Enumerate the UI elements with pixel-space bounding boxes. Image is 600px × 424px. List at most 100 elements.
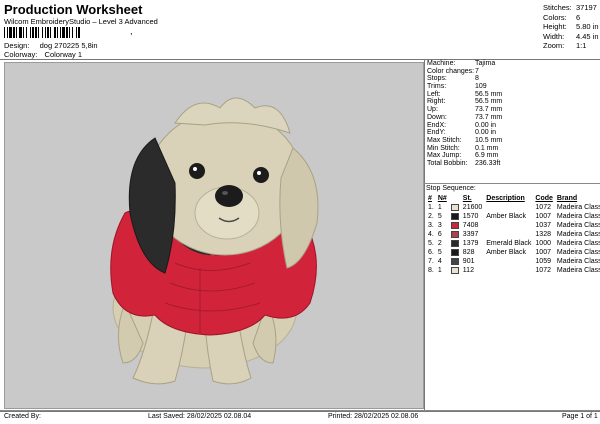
stat-label: Zoom: <box>543 41 565 50</box>
barcode-comma: , <box>130 26 133 36</box>
barcode-bar <box>66 27 68 38</box>
thread-code: 1000 <box>535 240 551 247</box>
barcode-bar <box>35 27 37 38</box>
barcode-bar <box>38 27 39 38</box>
thread-description: Amber Black <box>486 249 526 256</box>
thread-description <box>484 221 533 230</box>
swatch <box>449 203 461 212</box>
stitch-count: 828 <box>462 249 475 256</box>
info-row: Max Jump: 6.9 mm <box>425 152 600 160</box>
col-header-swatch <box>449 194 461 203</box>
swatch <box>449 221 461 230</box>
swatch <box>449 248 461 257</box>
thread-brand: Madeira Classic 40 <box>556 222 600 229</box>
info-value: 56.5 mm <box>475 90 503 98</box>
info-label: Total Bobbin: <box>427 159 468 167</box>
info-label: Min Stitch: <box>427 144 460 152</box>
swatch <box>449 266 461 275</box>
info-label: Left: <box>427 90 441 98</box>
stitch-count: 7408 <box>462 222 479 229</box>
needle-number: 1 <box>437 204 442 211</box>
info-row: Total Bobbin: 236.33ft <box>425 160 600 168</box>
stat-value: 4.45 in <box>576 31 599 41</box>
stat-row: Zoom: 1:1 <box>543 41 599 51</box>
info-row: EndY: 0.00 in <box>425 129 600 137</box>
thread-brand: Madeira Classic 40 <box>556 213 600 220</box>
swatch <box>449 230 461 239</box>
row-number: 8. <box>428 267 434 274</box>
color-swatch <box>450 230 459 238</box>
barcode-bar <box>13 27 15 38</box>
thread-brand: Madeira Classic 40 <box>556 267 600 274</box>
col-header-description: Description <box>486 195 525 202</box>
color-swatch <box>450 221 459 229</box>
needle-number: 3 <box>437 222 442 229</box>
table-row: 2.5 1570 Amber Black 1007 Madeira Classic 40 <box>426 212 600 221</box>
barcode-bar <box>69 27 70 38</box>
needle-number: 1 <box>437 267 442 274</box>
info-value: 236.33ft <box>475 159 501 167</box>
info-value: 0.00 in <box>475 121 497 129</box>
stat-label: Colors: <box>543 12 567 22</box>
barcode-bar <box>76 27 77 38</box>
info-row: Max Stitch: 10.5 mm <box>425 137 600 145</box>
info-row: Color changes: 7 <box>425 68 600 76</box>
info-value: 0.00 in <box>475 129 497 137</box>
info-value: 109 <box>475 83 487 91</box>
barcode-bar <box>9 27 12 38</box>
info-label: Stops: <box>427 75 447 83</box>
design-label: Design: <box>4 41 30 50</box>
barcode-bar <box>54 27 56 38</box>
stat-row: Width: 4.45 in <box>543 32 599 42</box>
info-value: 8 <box>475 75 479 83</box>
printed-date: Printed: 28/02/2025 02.08.06 <box>328 413 419 420</box>
barcode-bar <box>57 27 58 38</box>
stitch-count: 1379 <box>462 240 479 247</box>
swatch <box>449 212 461 221</box>
stat-row: Colors: 6 <box>543 13 599 23</box>
software-subtitle: Wilcom EmbroideryStudio – Level 3 Advanc… <box>4 17 158 26</box>
info-label: Color changes: <box>427 67 475 75</box>
barcode-bar <box>60 27 61 38</box>
thread-description <box>484 230 533 239</box>
thread-code: 1037 <box>535 222 551 229</box>
color-swatch <box>450 212 459 220</box>
colorway-line: Colorway: Colorway 1 <box>4 50 82 59</box>
barcode-bar <box>47 27 49 38</box>
thread-code: 1072 <box>535 267 551 274</box>
info-row: Stops: 8 <box>425 75 600 83</box>
barcode-bar <box>78 27 80 38</box>
needle-number: 2 <box>437 240 442 247</box>
stitch-count: 901 <box>462 258 475 265</box>
info-value: 73.7 mm <box>475 113 503 121</box>
stat-value: 6 <box>576 12 581 22</box>
swatch <box>449 239 461 248</box>
barcode-bar <box>42 27 43 38</box>
thread-description <box>484 257 533 266</box>
thread-brand: Madeira Classic 40 <box>556 249 600 256</box>
needle-number: 5 <box>437 249 442 256</box>
barcode-image <box>4 27 80 38</box>
info-row: Trims: 109 <box>425 83 600 91</box>
table-row: 8.1 112 1072 Madeira Classic 40 <box>426 266 600 275</box>
info-value: 73.7 mm <box>475 106 503 114</box>
stitch-count: 1570 <box>462 213 479 220</box>
info-label: Up: <box>427 106 438 114</box>
stop-sequence-table: # N# St. Description Code Brand 1. 1 21600… <box>426 194 600 275</box>
barcode-bar <box>72 27 73 38</box>
table-row: 4.6 3397 1328 Madeira Classic 40 <box>426 230 600 239</box>
info-value: 0.1 mm <box>475 144 499 152</box>
thread-code: 1059 <box>535 258 551 265</box>
info-value: 6.9 mm <box>475 152 499 160</box>
barcode-bar <box>62 27 65 38</box>
needle-number: 5 <box>437 213 442 220</box>
stat-label: Width: <box>543 31 565 41</box>
thread-code: 1007 <box>535 249 551 256</box>
thread-description <box>484 203 533 212</box>
color-swatch <box>450 203 459 211</box>
barcode-bar <box>50 27 51 38</box>
info-value: 56.5 mm <box>475 98 503 106</box>
barcode-bar <box>45 27 46 38</box>
info-label: Machine: <box>427 60 456 67</box>
info-label: Right: <box>427 98 446 106</box>
